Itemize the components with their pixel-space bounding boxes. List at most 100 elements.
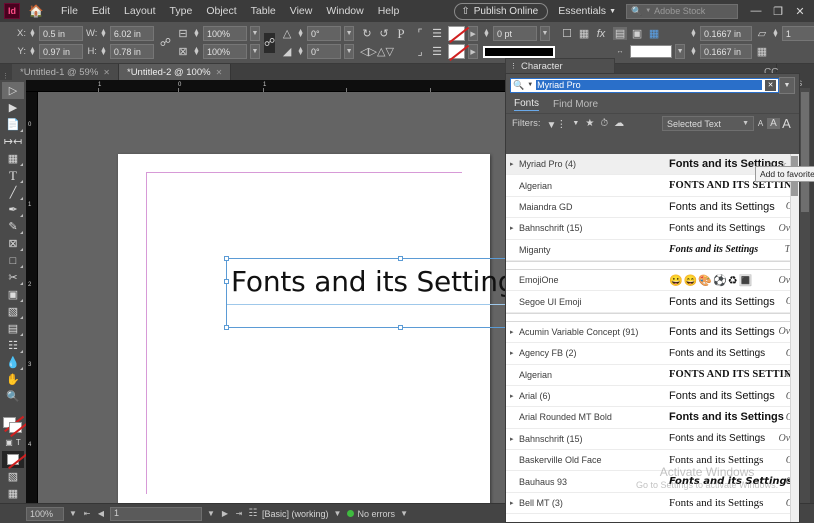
close-button[interactable]: ✕ [790, 5, 810, 18]
preview-size-small-button[interactable]: A [754, 119, 767, 128]
subtab-fonts[interactable]: Fonts [514, 98, 539, 111]
scale-x-dropdown[interactable]: ▼ [250, 26, 260, 41]
eyedropper-tool[interactable]: 💧 [2, 354, 24, 371]
font-list-item[interactable]: Algerian FONTS AND ITS SETTINGS O [506, 365, 799, 386]
minimize-button[interactable]: — [746, 5, 766, 18]
distribute-horizontal-icon[interactable]: ☰ [430, 27, 444, 40]
publish-online-button[interactable]: ⇧ Publish Online [454, 3, 548, 20]
font-list-item[interactable]: ▸ Bahnschrift (15) Fonts and its Setting… [506, 218, 799, 239]
pencil-tool[interactable]: ✎ [2, 218, 24, 235]
gap-a-stepper[interactable]: ▲▼ [690, 30, 697, 38]
font-list-item[interactable]: ▸ Bahnschrift (15) Fonts and its Setting… [506, 429, 799, 450]
gap-b-input[interactable]: 0.1667 in [700, 44, 752, 59]
format-container-icon[interactable]: ▣ [5, 438, 13, 447]
tab-bar-grip[interactable]: ⋮⋮ [0, 72, 12, 80]
gap-b-stepper[interactable]: ▲▼ [690, 48, 697, 56]
restore-button[interactable]: ❐ [768, 5, 788, 18]
font-list-item[interactable]: Segoe UI Emoji Fonts and its Settings O [506, 291, 799, 312]
columns-input[interactable]: 1 [782, 26, 814, 41]
frame-handle-bl[interactable] [224, 325, 229, 330]
free-transform-tool[interactable]: ▣ [2, 286, 24, 303]
w-stepper[interactable]: ▲▼ [100, 30, 107, 38]
font-list-item[interactable]: Miganty Fonts and its Settings Tt [506, 240, 799, 261]
panel-grip-icon[interactable]: ⋮ [510, 62, 517, 70]
text-wrap-object-icon[interactable]: ▦ [647, 27, 661, 40]
chevron-down-icon[interactable]: ▼ [68, 509, 78, 518]
grid-icon[interactable]: ▦ [755, 45, 769, 58]
filter-funnel-icon[interactable]: ▼︙ [547, 116, 567, 131]
y-input[interactable]: 0.97 in [39, 44, 83, 59]
constrain-scale-icon[interactable]: ☍ [264, 33, 275, 53]
x-stepper[interactable]: ▲▼ [29, 30, 36, 38]
rotation-input[interactable]: 0° [307, 26, 341, 41]
reference-point-selector[interactable] [8, 33, 10, 53]
format-text-icon[interactable]: T [16, 438, 21, 447]
font-list-item[interactable]: ▸ Agency FB (2) Fonts and its Settings O [506, 343, 799, 364]
rotate-counterclockwise-icon[interactable]: ↺ [377, 27, 391, 40]
wrap-color-field[interactable] [630, 45, 672, 58]
screen-mode-icon[interactable]: ▧ [2, 468, 24, 485]
stroke-style-preview[interactable] [483, 46, 555, 58]
menu-table[interactable]: Table [244, 2, 283, 20]
frame-handle-tl[interactable] [224, 256, 229, 261]
frame-handle-ml[interactable] [224, 279, 229, 284]
gap-tool[interactable]: ↦↤ [2, 133, 24, 150]
pen-tool[interactable]: ✒ [2, 201, 24, 218]
subtab-find-more[interactable]: Find More [553, 99, 598, 110]
frame-fitting-icon[interactable]: ☐ [560, 27, 574, 40]
apply-none-icon[interactable] [2, 451, 24, 468]
menu-window[interactable]: Window [319, 2, 370, 20]
content-collector-tool[interactable]: ▦ [2, 150, 24, 167]
y-stepper[interactable]: ▲▼ [29, 48, 36, 56]
font-list-item[interactable]: ▸ Acumin Variable Concept (91) Fonts and… [506, 322, 799, 343]
scale-x-stepper[interactable]: ▲▼ [193, 30, 200, 38]
document-page[interactable]: Fonts and its Settings [118, 154, 490, 503]
document-tab-untitled-1[interactable]: *Untitled-1 @ 59% ✕ [12, 64, 119, 80]
close-icon[interactable]: ✕ [103, 68, 110, 77]
menu-edit[interactable]: Edit [85, 2, 117, 20]
rotation-stepper[interactable]: ▲▼ [297, 30, 304, 38]
menu-help[interactable]: Help [371, 2, 407, 20]
distribute-vertical-icon[interactable]: ☰ [430, 45, 444, 58]
gap-a-input[interactable]: 0.1667 in [700, 26, 752, 41]
shear-input[interactable]: 0° [307, 44, 341, 59]
selection-tool[interactable]: ▷ [2, 82, 24, 99]
page-layout-icon[interactable]: ☷ [248, 508, 258, 519]
scale-y-input[interactable]: 100% [203, 44, 247, 59]
scissors-tool[interactable]: ✂ [2, 269, 24, 286]
text-wrap-bounding-icon[interactable]: ▣ [630, 27, 644, 40]
constrain-proportions-icon[interactable]: ☍ [160, 36, 171, 49]
chevron-right-icon[interactable]: ▸ [510, 435, 519, 443]
adobe-stock-search-input[interactable]: 🔍 ▼ Adobe Stock [626, 4, 738, 19]
font-list-dropdown-button[interactable]: ▼ [779, 77, 795, 94]
menu-layout[interactable]: Layout [117, 2, 163, 20]
gradient-swatch-tool[interactable]: ▧ [2, 303, 24, 320]
text-frame-content[interactable]: Fonts and its Settings [231, 265, 514, 298]
character-panel-header[interactable]: ⋮ Character [505, 58, 615, 73]
shear-dropdown[interactable]: ▼ [344, 44, 354, 59]
close-icon[interactable]: ✕ [216, 68, 223, 77]
workspace-switcher[interactable]: Essentials ▼ [554, 5, 620, 17]
preview-size-large-button[interactable]: A [780, 116, 793, 131]
menu-type[interactable]: Type [163, 2, 200, 20]
page-tool[interactable]: 📄 [2, 116, 24, 133]
direct-selection-tool[interactable]: ▶ [2, 99, 24, 116]
rotation-dropdown[interactable]: ▼ [344, 26, 354, 41]
menu-object[interactable]: Object [199, 2, 243, 20]
h-input[interactable]: 0.78 in [110, 44, 154, 59]
zoom-level-input[interactable]: 100% [26, 507, 64, 521]
zoom-tool[interactable]: 🔍 [2, 388, 24, 405]
font-list-item[interactable]: Arial Rounded MT Bold Fonts and its Sett… [506, 407, 799, 428]
master-page-label[interactable]: [Basic] (working) [262, 509, 329, 519]
h-stepper[interactable]: ▲▼ [100, 48, 107, 56]
text-wrap-none-icon[interactable]: ▤ [613, 27, 627, 40]
stroke-dropdown[interactable]: ▶ [468, 44, 478, 59]
clear-search-icon[interactable]: ✕ [765, 80, 776, 91]
stroke-weight-stepper[interactable]: ▲▼ [483, 30, 490, 38]
font-list-item[interactable]: ▸ Bell MT (3) Fonts and its Settings O [506, 493, 799, 514]
font-list-item[interactable]: EmojiOne 😀😄🎨⚽♻🔳 Ovf [506, 270, 799, 291]
clock-icon[interactable]: ⏱ [600, 118, 608, 129]
chevron-right-icon[interactable]: ▸ [510, 349, 519, 357]
document-canvas[interactable]: Fonts and its Settings [38, 92, 514, 503]
preview-mode-select[interactable]: Selected Text ▼ [662, 116, 754, 131]
